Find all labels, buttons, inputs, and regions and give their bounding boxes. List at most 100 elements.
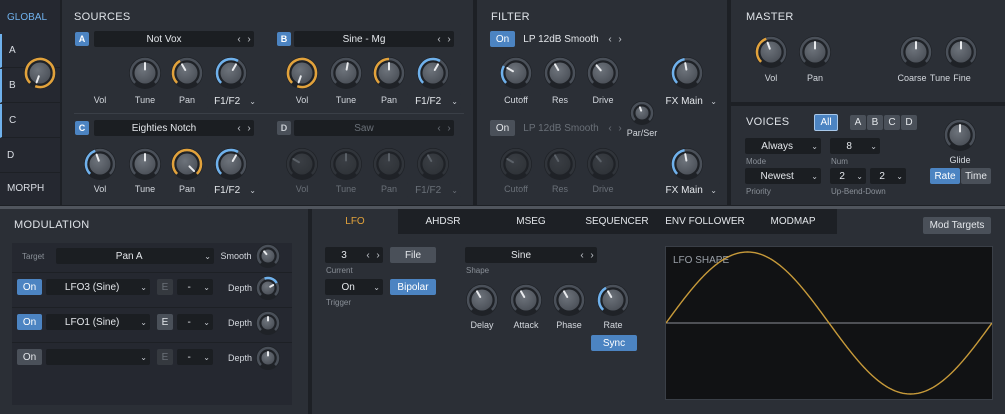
global-tab[interactable]: GLOBAL xyxy=(7,12,47,23)
smooth-knob[interactable] xyxy=(254,242,282,270)
mod-row-1-on-button[interactable]: On xyxy=(17,279,42,295)
target-select[interactable]: Pan A ⌄ xyxy=(56,248,214,264)
prev-arrow-icon[interactable]: ‹ xyxy=(234,123,244,134)
mod-row-1-depth-knob[interactable] xyxy=(254,274,282,302)
source-d-vol-knob[interactable] xyxy=(284,146,320,182)
lfo-current-select[interactable]: 3 ‹ › xyxy=(325,247,383,263)
sidebar-item-d[interactable]: D xyxy=(0,139,60,173)
source-a-tune-knob[interactable] xyxy=(127,55,163,91)
source-c-toggle[interactable]: C xyxy=(75,121,89,135)
source-b-vol-knob[interactable] xyxy=(284,55,320,91)
voices-mode-select[interactable]: Always ⌄ xyxy=(745,138,821,154)
source-c-vol-knob[interactable] xyxy=(82,146,118,182)
mod-row-2-sel[interactable]: - ⌄ xyxy=(177,314,213,330)
filter-1-on-button[interactable]: On xyxy=(490,31,515,47)
prev-arrow-icon[interactable]: ‹ xyxy=(605,123,615,134)
filter-1-cutoff-knob[interactable] xyxy=(498,55,534,91)
source-c-preset[interactable]: Eighties Notch ‹ › xyxy=(94,120,254,136)
mod-row-3-env-button[interactable]: E xyxy=(157,349,173,365)
source-c-pan-knob[interactable] xyxy=(169,146,205,182)
source-b-toggle[interactable]: B xyxy=(277,32,291,46)
tab-lfo[interactable]: LFO xyxy=(312,209,398,234)
lfo-trigger-select[interactable]: On ⌄ xyxy=(325,279,383,295)
prev-arrow-icon[interactable]: ‹ xyxy=(434,123,444,134)
source-b-pan-knob[interactable] xyxy=(371,55,407,91)
filter-2-type-select[interactable]: LP 12dB Smooth ‹ › xyxy=(517,120,625,136)
mod-row-3-on-button[interactable]: On xyxy=(17,349,42,365)
filter-2-cutoff-knob[interactable] xyxy=(498,146,534,182)
master-pan-knob[interactable] xyxy=(797,34,833,70)
filter-1-res-knob[interactable] xyxy=(542,55,578,91)
prev-arrow-icon[interactable]: ‹ xyxy=(434,34,444,45)
mod-row-1-sel[interactable]: - ⌄ xyxy=(177,279,213,295)
lfo-delay-knob[interactable] xyxy=(464,282,500,318)
lfo-file-button[interactable]: File xyxy=(390,247,436,263)
mod-row-2-on-button[interactable]: On xyxy=(17,314,42,330)
filter-2-on-button[interactable]: On xyxy=(490,120,515,136)
voices-a-button[interactable]: A xyxy=(850,115,866,130)
next-arrow-icon[interactable]: › xyxy=(444,123,454,134)
master-coarse-knob[interactable] xyxy=(898,34,934,70)
next-arrow-icon[interactable]: › xyxy=(587,250,597,261)
next-arrow-icon[interactable]: › xyxy=(244,34,254,45)
source-d-route-select[interactable]: F1/F2 ⌄ xyxy=(407,182,461,198)
source-d-f1f2-knob[interactable] xyxy=(415,146,451,182)
prev-arrow-icon[interactable]: ‹ xyxy=(605,34,615,45)
tab-ahdsr[interactable]: AHDSR xyxy=(400,210,486,233)
source-d-pan-knob[interactable] xyxy=(371,146,407,182)
source-d-tune-knob[interactable] xyxy=(328,146,364,182)
next-arrow-icon[interactable]: › xyxy=(444,34,454,45)
next-arrow-icon[interactable]: › xyxy=(615,123,625,134)
source-a-f1f2-knob[interactable] xyxy=(213,55,249,91)
master-vol-knob[interactable] xyxy=(753,34,789,70)
source-b-route-select[interactable]: F1/F2 ⌄ xyxy=(407,93,461,109)
voices-num-select[interactable]: 8 ⌄ xyxy=(830,138,880,154)
mod-row-2-source-select[interactable]: LFO1 (Sine) ⌄ xyxy=(46,314,150,330)
prev-arrow-icon[interactable]: ‹ xyxy=(234,34,244,45)
mod-row-3-source-select[interactable]: ⌄ xyxy=(46,349,150,365)
filter-1-out-knob[interactable] xyxy=(669,55,705,91)
par-ser-knob[interactable] xyxy=(628,99,656,127)
prev-arrow-icon[interactable]: ‹ xyxy=(363,250,373,261)
source-a-pan-knob[interactable] xyxy=(169,55,205,91)
source-b-preset[interactable]: Sine - Mg ‹ › xyxy=(294,31,454,47)
filter-2-output-select[interactable]: FX Main ⌄ xyxy=(660,182,720,198)
lfo-shape-display[interactable]: LFO SHAPE xyxy=(665,246,993,400)
source-a-route-select[interactable]: F1/F2 ⌄ xyxy=(207,93,259,109)
lfo-rate-knob[interactable] xyxy=(595,282,631,318)
next-arrow-icon[interactable]: › xyxy=(615,34,625,45)
source-c-route-select[interactable]: F1/F2 ⌄ xyxy=(207,182,259,198)
source-d-toggle[interactable]: D xyxy=(277,121,291,135)
voices-priority-select[interactable]: Newest ⌄ xyxy=(745,168,821,184)
tab-mseg[interactable]: MSEG xyxy=(488,210,574,233)
mod-row-3-sel[interactable]: - ⌄ xyxy=(177,349,213,365)
mod-row-1-env-button[interactable]: E xyxy=(157,279,173,295)
mod-targets-button[interactable]: Mod Targets xyxy=(923,217,991,234)
lfo-bipolar-button[interactable]: Bipolar xyxy=(390,279,436,295)
filter-2-res-knob[interactable] xyxy=(542,146,578,182)
filter-1-drive-knob[interactable] xyxy=(585,55,621,91)
tab-sequencer[interactable]: SEQUENCER xyxy=(574,210,660,233)
lfo-shape-select[interactable]: Sine ‹ › xyxy=(465,247,597,263)
glide-rate-button[interactable]: Rate xyxy=(930,168,960,184)
voices-down-select[interactable]: 2 ⌄ xyxy=(870,168,906,184)
tab-env-follower[interactable]: ENV FOLLOWER xyxy=(660,210,750,233)
source-a-toggle[interactable]: A xyxy=(75,32,89,46)
source-c-tune-knob[interactable] xyxy=(127,146,163,182)
lfo-attack-knob[interactable] xyxy=(508,282,544,318)
source-c-f1f2-knob[interactable] xyxy=(213,146,249,182)
source-d-preset[interactable]: Saw ‹ › xyxy=(294,120,454,136)
lfo-phase-knob[interactable] xyxy=(551,282,587,318)
filter-1-output-select[interactable]: FX Main ⌄ xyxy=(660,93,720,109)
voices-all-button[interactable]: All xyxy=(814,114,838,131)
voices-c-button[interactable]: C xyxy=(884,115,900,130)
filter-1-type-select[interactable]: LP 12dB Smooth ‹ › xyxy=(517,31,625,47)
voices-up-select[interactable]: 2 ⌄ xyxy=(830,168,866,184)
next-arrow-icon[interactable]: › xyxy=(373,250,383,261)
mod-row-2-depth-knob[interactable] xyxy=(254,309,282,337)
source-b-f1f2-knob[interactable] xyxy=(415,55,451,91)
next-arrow-icon[interactable]: › xyxy=(244,123,254,134)
source-b-tune-knob[interactable] xyxy=(328,55,364,91)
tab-modmap[interactable]: MODMAP xyxy=(750,210,836,233)
filter-2-out-knob[interactable] xyxy=(669,146,705,182)
